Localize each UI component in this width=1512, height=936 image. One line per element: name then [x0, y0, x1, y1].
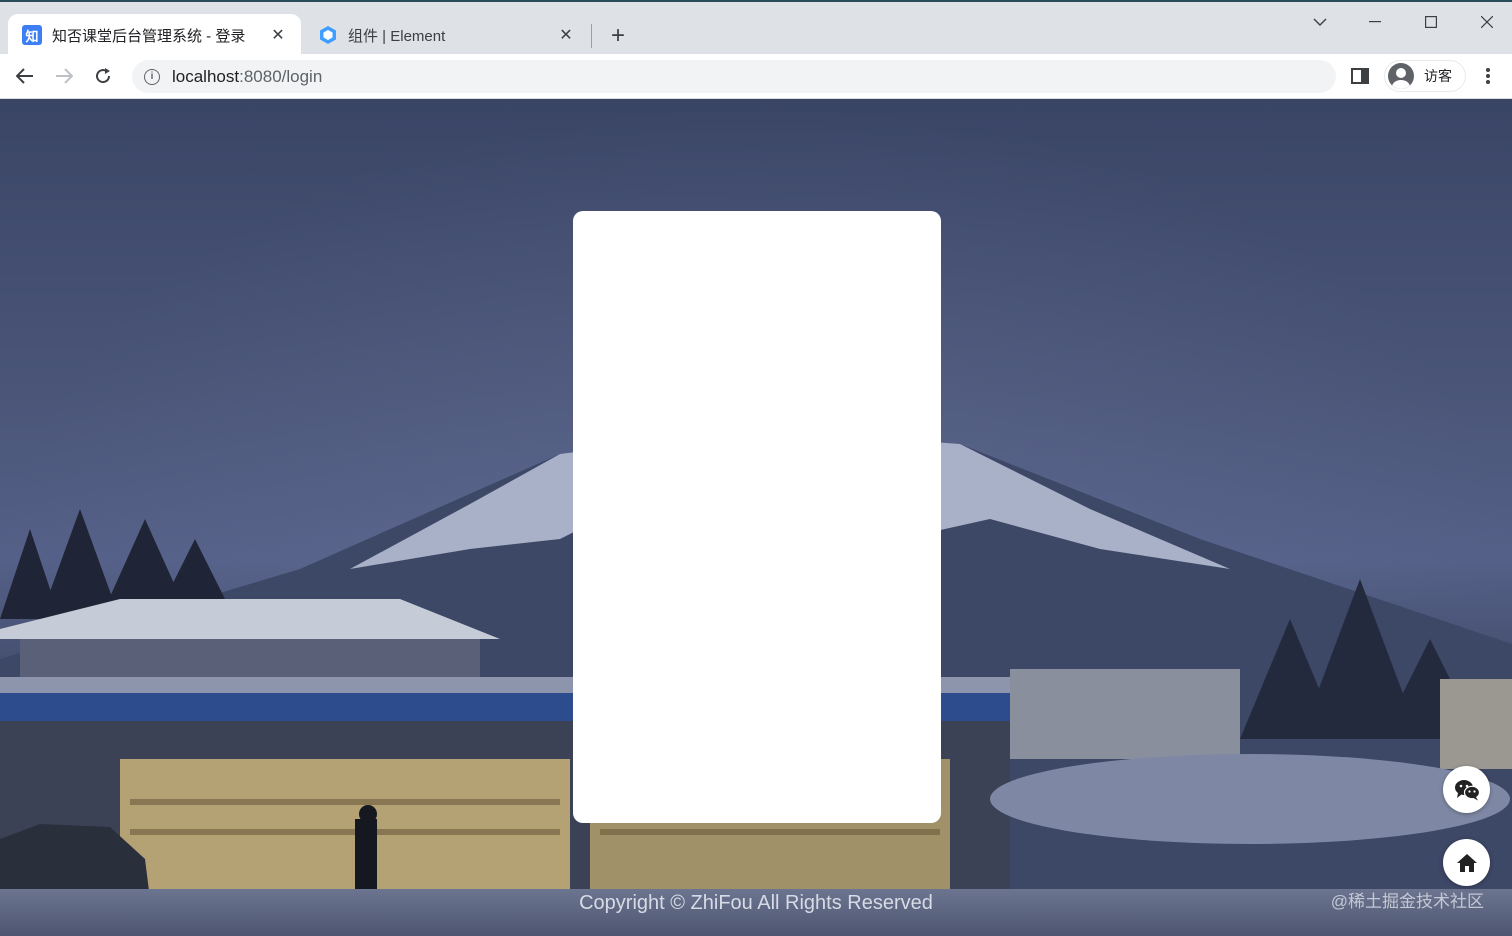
new-tab-button[interactable]: +: [604, 22, 632, 50]
url-path: :8080/login: [239, 66, 323, 86]
home-button[interactable]: [1443, 839, 1490, 886]
tab-title: 知否课堂后台管理系统 - 登录: [52, 27, 246, 45]
forward-arrow-icon[interactable]: [48, 60, 80, 92]
browser-toolbar: i localhost:8080/login 访客: [0, 54, 1512, 99]
tab-separator: [591, 24, 592, 48]
login-card: [573, 211, 941, 823]
copyright-text: Copyright © ZhiFou All Rights Reserved: [579, 892, 933, 914]
login-page: Copyright © ZhiFou All Rights Reserved @…: [0, 99, 1512, 936]
tab-strip: 知 知否课堂后台管理系统 - 登录 ✕ 组件 | Element ✕ +: [0, 0, 1512, 56]
close-icon[interactable]: ✕: [555, 24, 577, 46]
close-icon[interactable]: ✕: [267, 24, 289, 46]
reload-icon[interactable]: [87, 60, 119, 92]
profile-label: 访客: [1424, 68, 1452, 84]
url-text: localhost:8080/login: [172, 67, 322, 87]
maximize-icon[interactable]: [1411, 8, 1451, 36]
wechat-button[interactable]: [1443, 766, 1490, 813]
zhi-favicon-icon: 知: [22, 25, 42, 45]
element-logo-icon: [318, 25, 338, 45]
url-host: localhost: [172, 66, 240, 86]
address-bar[interactable]: i localhost:8080/login: [132, 60, 1336, 93]
window-close-icon[interactable]: [1467, 8, 1507, 36]
more-menu-icon[interactable]: [1478, 64, 1498, 88]
wechat-icon: [1454, 779, 1480, 800]
site-info-icon[interactable]: i: [144, 68, 160, 85]
profile-button[interactable]: 访客: [1384, 60, 1466, 92]
back-arrow-icon[interactable]: [9, 60, 41, 92]
watermark-text: @稀土掘金技术社区: [1330, 892, 1484, 911]
side-panel-icon[interactable]: [1351, 68, 1369, 84]
avatar-icon: [1388, 63, 1414, 89]
tab-element[interactable]: 组件 | Element ✕: [304, 14, 589, 56]
home-icon: [1456, 853, 1477, 872]
tab-login[interactable]: 知 知否课堂后台管理系统 - 登录 ✕: [8, 14, 301, 56]
minimize-icon[interactable]: [1355, 8, 1395, 36]
tab-title: 组件 | Element: [348, 27, 446, 45]
tab-search-icon[interactable]: [1300, 8, 1340, 36]
